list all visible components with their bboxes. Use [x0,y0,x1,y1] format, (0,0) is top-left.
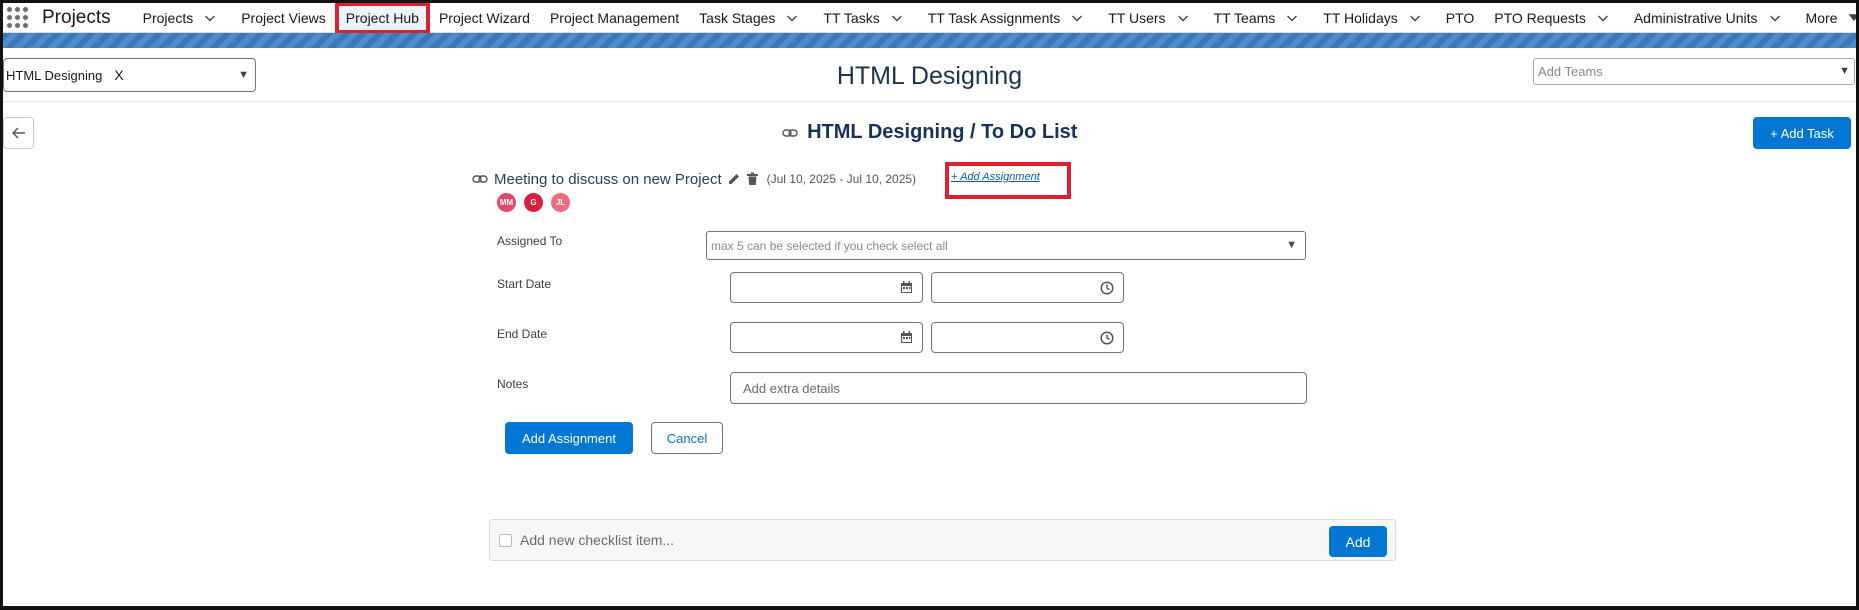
chevron-down-icon[interactable] [203,11,217,25]
chevron-down-icon[interactable] [1768,11,1782,25]
nav-item-label: PTO [1445,9,1475,26]
cancel-button[interactable]: Cancel [651,422,723,454]
task-name[interactable]: Meeting to discuss on new Project [494,171,722,188]
list-title-text: HTML Designing / To Do List [807,121,1078,143]
nav-item-tt-teams[interactable]: TT Teams [1204,3,1314,33]
calendar-icon[interactable] [900,331,913,344]
nav-item-label: TT Users [1108,9,1166,26]
nav-item-project-wizard[interactable]: Project Wizard [429,3,540,33]
nav-item-label: Project Wizard [438,9,530,26]
edit-icon[interactable] [727,172,741,186]
nav-item-tt-tasks[interactable]: TT Tasks [813,3,917,33]
assignee-avatars: MM G JL [497,193,578,212]
nav-item-tt-users[interactable]: TT Users [1098,3,1203,33]
avatar[interactable]: MM [497,193,516,212]
nav-item-label: PTO Requests [1494,9,1586,26]
link-icon [472,175,488,183]
start-date-input[interactable] [730,272,923,303]
calendar-icon[interactable] [900,281,913,294]
notes-input[interactable]: Add extra details [730,372,1307,404]
divider [3,101,1856,102]
nav-item-label: Administrative Units [1633,9,1758,26]
nav-item-label: TT Tasks [823,9,880,26]
start-time-input[interactable] [931,272,1124,303]
nav-item-project-management[interactable]: Project Management [540,3,689,33]
nav-item-task-stages[interactable]: Task Stages [689,3,813,33]
checklist-add-button[interactable]: Add [1329,526,1387,557]
nav-item-label: Project Views [241,9,326,26]
nav-item-project-views[interactable]: Project Views [231,3,336,33]
app-name: Projects [42,6,111,28]
nav-item-pto[interactable]: PTO [1436,3,1485,33]
checklist-checkbox[interactable] [499,534,512,547]
nav-item-tt-task-assignments[interactable]: TT Task Assignments [918,3,1099,33]
add-teams-select[interactable]: Add Teams ▼ [1533,58,1855,85]
checklist-input[interactable]: Add new checklist item... [520,532,674,548]
chevron-down-icon[interactable] [1070,11,1084,25]
nav-item-administrative-units[interactable]: Administrative Units [1624,3,1796,33]
add-assignment-button[interactable]: Add Assignment [505,422,633,454]
header-banner [3,33,1856,48]
notes-placeholder: Add extra details [743,381,840,396]
nav-item-pto-requests[interactable]: PTO Requests [1484,3,1624,33]
assigned-to-label: Assigned To [497,234,563,248]
add-task-button[interactable]: + Add Task [1753,117,1851,149]
task-row: Meeting to discuss on new Project (Jul 1… [472,169,916,189]
nav-item-label: TT Task Assignments [927,9,1061,26]
top-nav: Projects Projects Project Views Project Hu… [3,1,1859,34]
nav-item-project-hub[interactable]: Project Hub [334,1,430,34]
chevron-down-icon[interactable] [1285,11,1299,25]
notes-label: Notes [497,377,529,391]
end-date-label: End Date [497,327,548,341]
end-date-input[interactable] [730,322,923,353]
start-date-label: Start Date [497,277,552,291]
add-teams-placeholder: Add Teams [1538,64,1603,79]
dropdown-arrow-icon: ▼ [1286,239,1297,251]
clock-icon[interactable] [1100,281,1114,295]
nav-items: Projects Project Views Project Hub Project … [133,1,1859,34]
nav-item-label: Project Management [549,9,680,26]
highlight-box [945,162,1071,199]
list-title: HTML Designing / To Do List [0,121,1859,144]
link-icon [781,129,798,137]
nav-item-label: Task Stages [699,9,776,26]
clock-icon[interactable] [1100,331,1114,345]
avatar[interactable]: G [524,193,543,212]
task-dates: (Jul 10, 2025 - Jul 10, 2025) [766,172,917,186]
nav-item-label: TT Holidays [1323,9,1398,26]
nav-item-more[interactable]: More [1796,3,1859,33]
chevron-down-icon[interactable] [890,11,904,25]
assigned-to-select[interactable]: max 5 can be selected if you check selec… [706,231,1306,260]
end-time-input[interactable] [931,322,1124,353]
nav-item-projects[interactable]: Projects [133,3,232,33]
nav-item-label: More [1805,9,1838,26]
nav-item-tt-holidays[interactable]: TT Holidays [1313,3,1435,33]
nav-item-label: Projects [142,9,194,26]
nav-item-label: TT Teams [1213,9,1276,26]
app-launcher-icon[interactable] [7,5,28,31]
chevron-down-icon[interactable] [1176,11,1190,25]
chevron-down-icon[interactable] [1408,11,1422,25]
assigned-to-placeholder: max 5 can be selected if you check selec… [711,239,948,253]
chevron-down-icon[interactable] [1847,11,1859,25]
chevron-down-icon[interactable] [785,11,799,25]
dropdown-arrow-icon: ▼ [1839,65,1850,77]
nav-item-label: Project Hub [345,9,419,26]
chevron-down-icon[interactable] [1596,11,1610,25]
avatar[interactable]: JL [551,193,570,212]
checklist-bar: Add new checklist item... Add [489,519,1396,561]
delete-icon[interactable] [746,172,759,186]
